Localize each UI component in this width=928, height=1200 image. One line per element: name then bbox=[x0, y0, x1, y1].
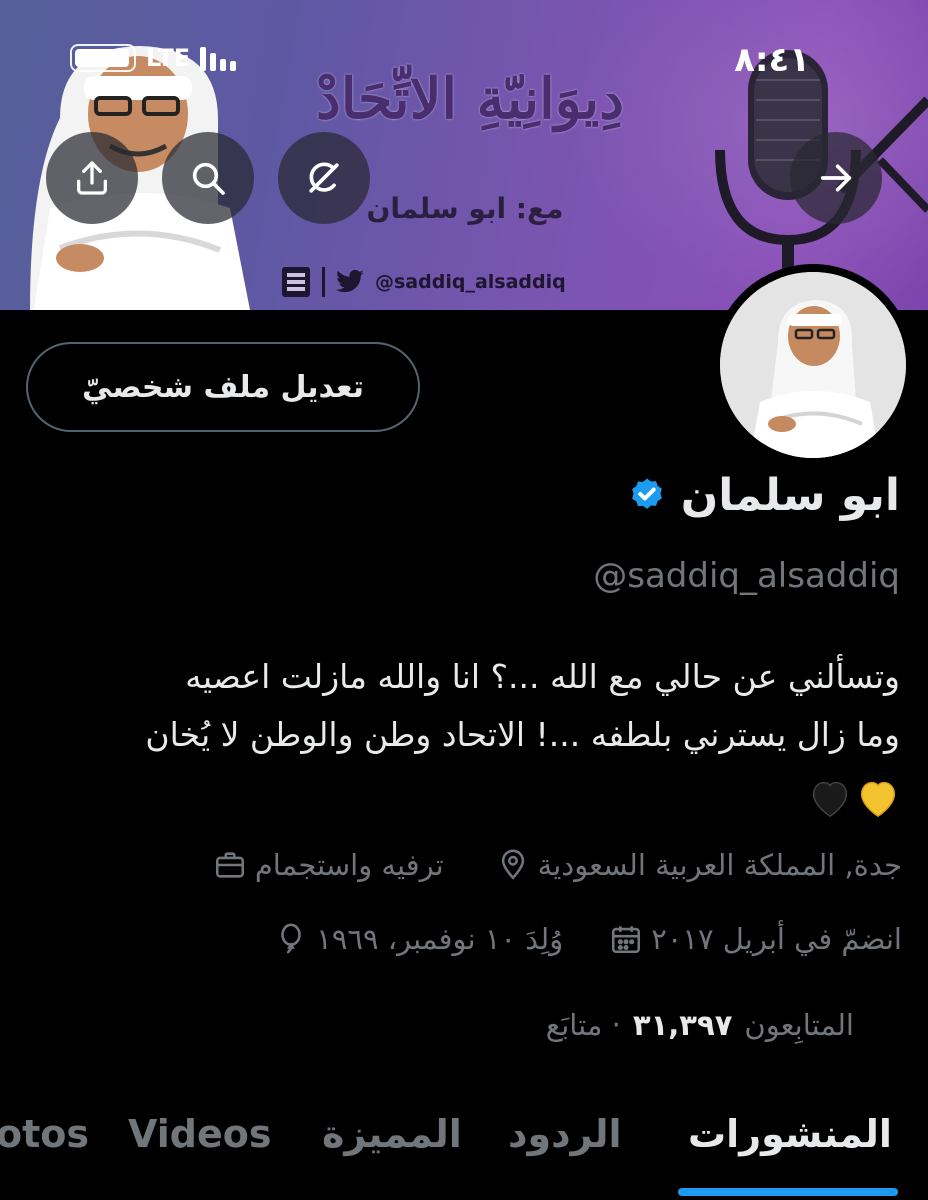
follow-stats: · متابَع ٣١,٣٩٧ المتابِعون bbox=[546, 1008, 882, 1042]
back-button[interactable] bbox=[790, 132, 882, 224]
battery-icon bbox=[70, 44, 136, 72]
share-icon bbox=[77, 161, 108, 195]
club-logo-icon bbox=[282, 267, 310, 297]
bio: وتسألني عن حالي مع الله ...؟ انا والله م… bbox=[20, 648, 900, 822]
birthday-text: وُلِدَ ١٠ نوفمبر، ١٩٦٩ bbox=[316, 922, 564, 956]
display-name: ابو سلمان bbox=[680, 470, 900, 521]
tab-replies[interactable]: الردود bbox=[508, 1112, 622, 1156]
following-link[interactable]: · متابَع bbox=[546, 1008, 621, 1042]
avatar[interactable] bbox=[720, 272, 906, 458]
followers-label: المتابِعون bbox=[744, 1008, 854, 1042]
tab-posts[interactable]: المنشورات bbox=[688, 1112, 892, 1156]
profile-joined: انضمّ في أبريل ٢٠١٧ bbox=[609, 922, 902, 956]
bio-line-1: وتسألني عن حالي مع الله ...؟ انا والله م… bbox=[185, 657, 900, 696]
network-type: LTE bbox=[146, 44, 191, 72]
name-row: ابو سلمان bbox=[627, 470, 900, 521]
twitter-bird-icon bbox=[336, 269, 364, 293]
status-time: ٨:٤١ bbox=[734, 40, 810, 80]
briefcase-icon bbox=[215, 852, 244, 878]
following-label: متابَع bbox=[545, 1008, 603, 1042]
signal-icon bbox=[200, 45, 237, 71]
location-pin-icon bbox=[501, 849, 524, 880]
black-heart-icon bbox=[812, 781, 848, 817]
meta-row-2: وُلِدَ ١٠ نوفمبر، ١٩٦٩ انضمّ في أبريل ٢٠… bbox=[274, 922, 902, 956]
profile-birthday: وُلِدَ ١٠ نوفمبر، ١٩٦٩ bbox=[274, 922, 563, 956]
banner-divider bbox=[322, 267, 325, 297]
verified-badge-icon[interactable] bbox=[627, 476, 667, 516]
balloon-icon bbox=[281, 923, 302, 954]
share-button[interactable] bbox=[46, 132, 138, 224]
profile-handle: @saddiq_alsaddiq bbox=[593, 556, 900, 596]
followers-link[interactable]: ٣١,٣٩٧ المتابِعون bbox=[633, 1008, 854, 1042]
profile-tabs: المنشورات الردود المميزة Videos otos bbox=[0, 1090, 928, 1200]
status-bar: LTE bbox=[70, 44, 237, 72]
banner-subtitle: مع: ابو سلمان bbox=[366, 192, 564, 225]
bio-hearts bbox=[808, 778, 900, 818]
yellow-heart-icon bbox=[860, 781, 896, 817]
category-text: ترفيه واستجمام bbox=[254, 848, 444, 882]
active-tab-indicator bbox=[678, 1188, 898, 1196]
edit-profile-button[interactable]: تعديل ملف شخصيّ bbox=[26, 342, 420, 432]
profile-location: جدة, المملكة العربية السعودية bbox=[496, 848, 902, 882]
meta-row-1: ترفيه واستجمام جدة, المملكة العربية السع… bbox=[213, 848, 902, 882]
location-text: جدة, المملكة العربية السعودية bbox=[537, 848, 902, 882]
grok-icon bbox=[309, 162, 339, 193]
joined-text: انضمّ في أبريل ٢٠١٧ bbox=[651, 922, 902, 956]
banner-handle: @saddiq_alsaddiq bbox=[375, 271, 566, 293]
search-icon bbox=[192, 162, 225, 195]
profile-category: ترفيه واستجمام bbox=[213, 848, 444, 882]
banner-title: دِيوَانِيّةِ الاتِّحَادْ bbox=[315, 66, 625, 132]
search-button[interactable] bbox=[162, 132, 254, 224]
arrow-right-icon bbox=[820, 164, 852, 192]
grok-button[interactable] bbox=[278, 132, 370, 224]
header-banner[interactable]: دِيوَانِيّةِ الاتِّحَادْ مع: ابو سلمان @… bbox=[0, 0, 928, 310]
tab-photos[interactable]: otos bbox=[0, 1112, 89, 1156]
followers-count: ٣١,٣٩٧ bbox=[632, 1008, 733, 1042]
bio-line-2: وما زال يسترني بلطفه ...! الاتحاد وطن وا… bbox=[145, 715, 900, 754]
tab-highlights[interactable]: المميزة bbox=[322, 1112, 462, 1156]
avatar-photo bbox=[720, 272, 906, 458]
calendar-icon bbox=[612, 926, 641, 954]
banner-handle-row: @saddiq_alsaddiq bbox=[280, 262, 566, 302]
tab-videos[interactable]: Videos bbox=[128, 1112, 271, 1156]
